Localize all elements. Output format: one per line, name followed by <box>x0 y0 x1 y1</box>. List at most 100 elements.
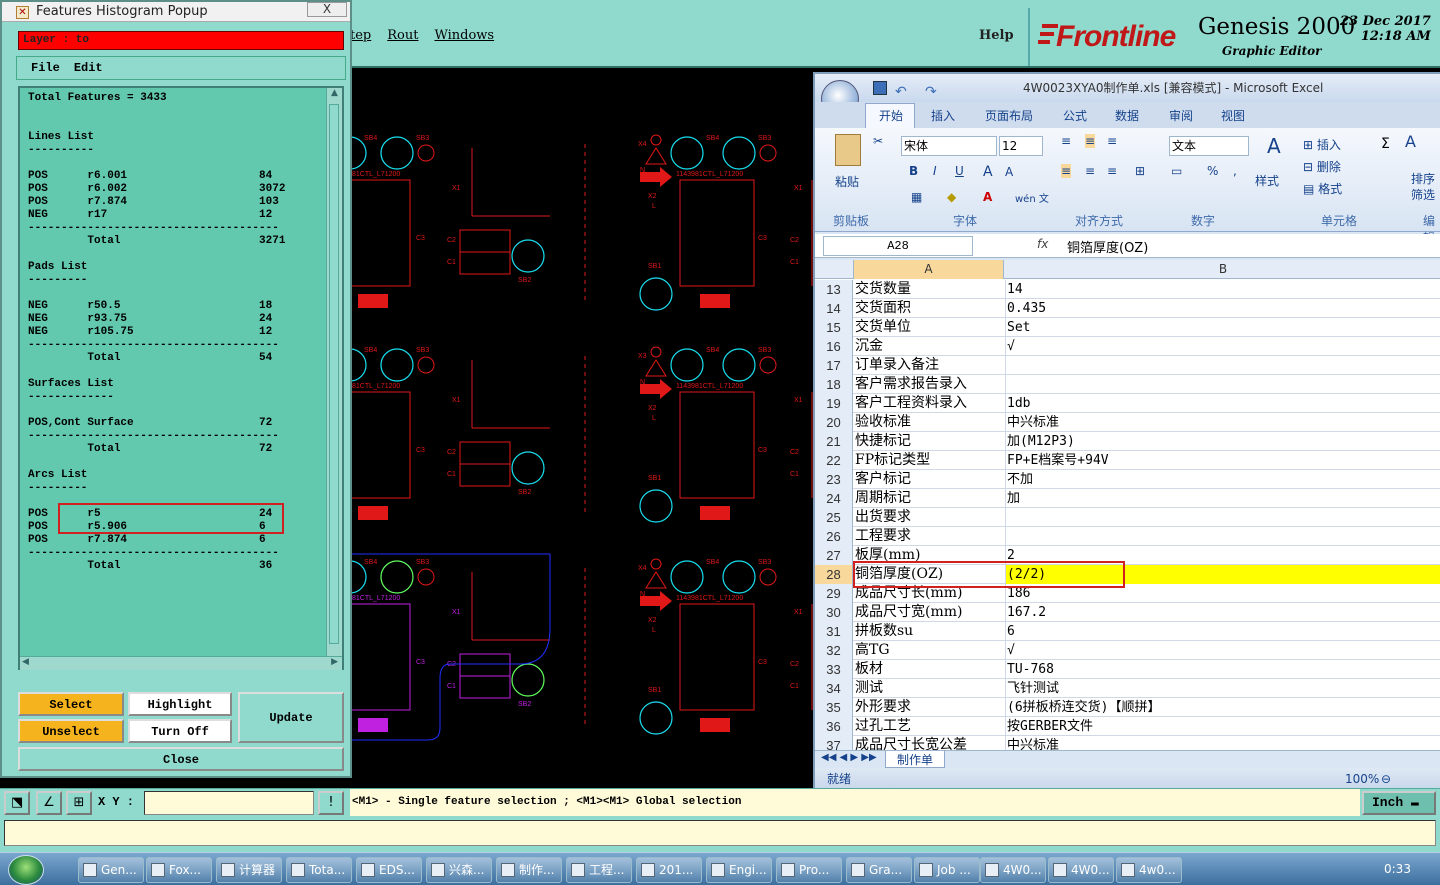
table-row[interactable]: 33 板材 TU-768 <box>815 660 1440 679</box>
align-bottom-icon[interactable]: ≡ <box>1107 134 1117 148</box>
row-number[interactable]: 19 <box>815 394 853 413</box>
vertical-scrollbar[interactable]: ▲ ▼ <box>326 88 342 668</box>
taskbar-item[interactable]: 兴森... <box>426 857 492 883</box>
row-number[interactable]: 21 <box>815 432 853 451</box>
taskbar-item[interactable]: 4W0... <box>980 857 1046 883</box>
zoom-box-icon[interactable]: ⬔ <box>4 791 30 815</box>
cell-a[interactable]: 板材 <box>855 660 1001 679</box>
table-row[interactable]: 14 交货面积 0.435 <box>815 299 1440 318</box>
worksheet-grid[interactable]: A B 13 交货数量 14 14 交货面积 0.435 15 交货单位 Set 16 沉金 √ 17 订… <box>815 260 1440 750</box>
cell-b[interactable]: √ <box>1005 641 1440 660</box>
row-number[interactable]: 22 <box>815 451 853 470</box>
font-size-select[interactable]: 12 <box>999 136 1043 156</box>
fx-icon[interactable]: fx <box>1037 237 1048 251</box>
italic-button[interactable]: I <box>933 164 937 178</box>
menu-windows[interactable]: Windows <box>434 28 494 48</box>
cell-a[interactable]: 测试 <box>855 679 1001 698</box>
row-number[interactable]: 37 <box>815 736 853 750</box>
table-row[interactable]: 25 出货要求 <box>815 508 1440 527</box>
cell-a[interactable]: 验收标准 <box>855 413 1001 432</box>
select-button[interactable]: Select <box>18 692 124 716</box>
font-name-select[interactable]: 宋体 <box>901 136 997 156</box>
start-button[interactable] <box>8 855 44 885</box>
tab-review[interactable]: 审阅 <box>1169 107 1193 124</box>
row-number[interactable]: 31 <box>815 622 853 641</box>
menu-step[interactable]: tep <box>350 28 371 48</box>
row-number[interactable]: 30 <box>815 603 853 622</box>
taskbar-item[interactable]: Pro... <box>776 857 842 883</box>
cell-b[interactable]: √ <box>1005 337 1440 356</box>
sheet-tab[interactable]: 制作单 <box>885 751 945 768</box>
table-row[interactable]: 36 过孔工艺 按GERBER文件 <box>815 717 1440 736</box>
shrink-font-icon[interactable]: A <box>1005 165 1013 179</box>
cell-a[interactable]: 工程要求 <box>855 527 1001 546</box>
cell-b[interactable]: 中兴标准 <box>1005 736 1440 750</box>
fill-color-icon[interactable]: ◆ <box>947 190 956 204</box>
tab-home[interactable]: 开始 <box>879 107 903 124</box>
column-header-b[interactable]: B <box>1003 260 1440 279</box>
row-number[interactable]: 27 <box>815 546 853 565</box>
row-number[interactable]: 35 <box>815 698 853 717</box>
command-input[interactable] <box>4 820 1436 846</box>
table-row[interactable]: 18 客户需求报告录入 <box>815 375 1440 394</box>
grow-font-icon[interactable]: A <box>983 164 993 180</box>
row-number[interactable]: 26 <box>815 527 853 546</box>
sort-label[interactable]: 排序 <box>1411 170 1435 187</box>
cell-b[interactable] <box>1005 508 1440 527</box>
scroll-up-icon[interactable]: ▲ <box>327 88 342 102</box>
horizontal-scrollbar[interactable]: ◀ ▶ <box>20 656 342 670</box>
zoom-out-icon[interactable]: ⊖ <box>1381 768 1391 790</box>
cell-b[interactable]: 167.2 <box>1005 603 1440 622</box>
table-row[interactable]: 17 订单录入备注 <box>815 356 1440 375</box>
taskbar-item[interactable]: EDS... <box>356 857 422 883</box>
pcb-drawing[interactable]: SB4 SB381CTL_L71200X1C3 C2C1SB2X4NX2LSB4 SB… <box>333 68 813 788</box>
percent-button[interactable]: % <box>1207 164 1218 178</box>
tab-page-layout[interactable]: 页面布局 <box>985 107 1033 124</box>
menu-file[interactable]: File <box>31 61 60 75</box>
table-row[interactable]: 23 客户标记 不加 <box>815 470 1440 489</box>
table-row[interactable]: 20 验收标准 中兴标准 <box>815 413 1440 432</box>
tab-insert[interactable]: 插入 <box>931 107 955 124</box>
row-number[interactable]: 14 <box>815 299 853 318</box>
cell-a[interactable]: 拼板数su <box>855 622 1001 641</box>
row-number[interactable]: 13 <box>815 280 853 299</box>
cell-a[interactable]: 出货要求 <box>855 508 1001 527</box>
taskbar-item[interactable]: Engi... <box>706 857 772 883</box>
cell-a[interactable]: 交货单位 <box>855 318 1001 337</box>
scroll-right-icon[interactable]: ▶ <box>331 657 338 667</box>
bold-button[interactable]: B <box>909 164 918 178</box>
cell-a[interactable]: 成品尺寸宽(mm) <box>855 603 1001 622</box>
table-row[interactable]: 35 外形要求 (6拼板桥连交货)【顺拼】 <box>815 698 1440 717</box>
row-number[interactable]: 24 <box>815 489 853 508</box>
align-center-icon[interactable]: ≡ <box>1085 164 1095 178</box>
row-number[interactable]: 36 <box>815 717 853 736</box>
cell-b[interactable]: FP+E档案号+94V <box>1005 451 1440 470</box>
align-top-icon[interactable]: ≡ <box>1061 134 1071 148</box>
menu-help[interactable]: Help <box>979 28 1014 43</box>
graphic-canvas[interactable]: SB4 SB3 81CTL_L71200 X1 C3 C2 C1 SB2 X4 N X2 L SB4 SB… <box>333 68 813 788</box>
taskbar-item[interactable]: Gen... <box>78 857 144 883</box>
taskbar-item[interactable]: Gra... <box>846 857 912 883</box>
table-row[interactable]: 34 测试 飞针测试 <box>815 679 1440 698</box>
cell-b[interactable]: 按GERBER文件 <box>1005 717 1440 736</box>
measure-icon[interactable]: ∠ <box>36 791 62 815</box>
cell-a[interactable]: 客户需求报告录入 <box>855 375 1001 394</box>
unselect-button[interactable]: Unselect <box>18 719 124 743</box>
cell-a[interactable]: 过孔工艺 <box>855 717 1001 736</box>
cell-a[interactable]: FP标记类型 <box>855 451 1001 470</box>
cell-b[interactable]: 6 <box>1005 622 1440 641</box>
row-number[interactable]: 32 <box>815 641 853 660</box>
table-row[interactable]: 24 周期标记加 <box>815 489 1440 508</box>
taskbar-item[interactable]: 4W0... <box>1048 857 1114 883</box>
row-number[interactable]: 16 <box>815 337 853 356</box>
cell-a[interactable]: 客户工程资料录入 <box>855 394 1001 413</box>
paste-button[interactable]: 粘贴 <box>835 173 859 190</box>
scroll-thumb[interactable] <box>329 104 339 644</box>
row-number[interactable]: 28 <box>815 565 853 584</box>
tab-data[interactable]: 数据 <box>1115 107 1139 124</box>
insert-button[interactable]: ⊞ 插入 <box>1303 136 1341 153</box>
column-header-a[interactable]: A <box>853 260 1003 279</box>
cell-b[interactable]: 加 <box>1005 489 1440 508</box>
cell-a[interactable]: 交货数量 <box>855 280 1001 299</box>
cell-b[interactable]: (6拼板桥连交货)【顺拼】 <box>1005 698 1440 717</box>
